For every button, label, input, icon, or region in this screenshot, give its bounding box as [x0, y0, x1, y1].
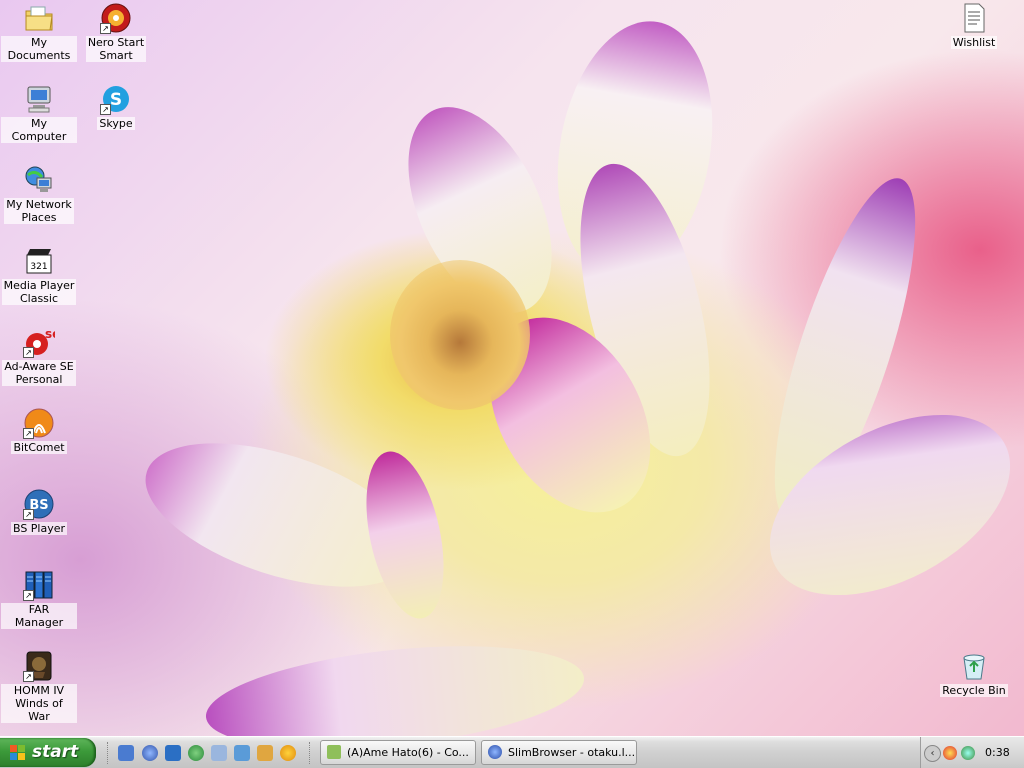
text-document-icon — [958, 2, 990, 34]
network-places-icon — [23, 164, 55, 196]
desktop-icon-label: BitComet — [11, 441, 67, 454]
skype-icon: S ↗ — [100, 83, 132, 115]
tray-network-icon[interactable] — [961, 746, 975, 760]
wallpaper-petal — [201, 630, 589, 736]
desktop-icon-media-player-classic[interactable]: 321 Media Player Classic — [1, 245, 77, 305]
app-quicklaunch-icon[interactable] — [165, 745, 181, 761]
bs-player-icon: BS ↗ — [23, 488, 55, 520]
computer-icon — [23, 83, 55, 115]
desktop-icon-my-computer[interactable]: My Computer — [1, 83, 77, 143]
desktop-icon-label: My Computer — [1, 117, 77, 143]
desktop-icon-label: My Network Places — [4, 198, 74, 224]
desktop-icon-wishlist[interactable]: Wishlist — [936, 2, 1012, 49]
shortcut-arrow-icon: ↗ — [23, 347, 34, 358]
messenger-quicklaunch-icon[interactable] — [188, 745, 204, 761]
windows-flag-icon — [10, 745, 26, 761]
desktop-icon-far-manager[interactable]: ↗ FAR Manager — [1, 569, 77, 629]
start-label: start — [32, 742, 79, 762]
svg-text:se: se — [45, 327, 55, 341]
bitcomet-icon: ↗ — [23, 407, 55, 439]
system-tray: ‹ 0:38 — [920, 737, 1024, 768]
desktop-icon-bitcomet[interactable]: ↗ BitComet — [1, 407, 77, 454]
taskbar-button-slimbrowser[interactable]: SlimBrowser - otaku.l... — [481, 740, 637, 765]
desktop-icon-recycle-bin[interactable]: Recycle Bin — [936, 650, 1012, 697]
desktop-icon-label: Ad-Aware SE Personal — [2, 360, 76, 386]
toolbar-grip[interactable] — [107, 742, 111, 764]
shortcut-arrow-icon: ↗ — [23, 671, 34, 682]
start-button[interactable]: start — [0, 738, 96, 767]
desktop-icon-label: Wishlist — [950, 36, 998, 49]
desktop-icon-my-documents[interactable]: My Documents — [1, 2, 77, 62]
shortcut-arrow-icon: ↗ — [23, 590, 34, 601]
taskbar-button-chat[interactable]: (A)Ame Hato(6) - Co... — [320, 740, 476, 765]
desktop-icon-my-network-places[interactable]: My Network Places — [1, 164, 77, 224]
task-label: (A)Ame Hato(6) - Co... — [347, 746, 469, 759]
nero-icon: ↗ — [100, 2, 132, 34]
desktop-icon-label: HOMM IV Winds of War — [1, 684, 77, 723]
svg-text:S: S — [110, 90, 122, 110]
desktop-icon-ad-aware[interactable]: se ↗ Ad-Aware SE Personal — [1, 326, 77, 386]
ad-aware-icon: se ↗ — [23, 326, 60, 358]
chat-icon — [327, 745, 341, 759]
recycle-bin-icon — [958, 650, 990, 682]
folder-documents-icon — [23, 2, 55, 34]
media-quicklaunch-icon[interactable] — [280, 745, 296, 761]
homm-icon: ↗ — [23, 650, 55, 682]
tray-app-icon[interactable] — [943, 746, 957, 760]
svg-text:321: 321 — [30, 262, 47, 272]
shortcut-arrow-icon: ↗ — [100, 104, 111, 115]
toolbar-grip[interactable] — [309, 742, 313, 764]
shortcut-arrow-icon: ↗ — [23, 509, 34, 520]
browser-quicklaunch-icon[interactable] — [142, 745, 158, 761]
desktop-icon-homm[interactable]: ↗ HOMM IV Winds of War — [1, 650, 77, 723]
clock[interactable]: 0:38 — [985, 737, 1010, 768]
shortcut-arrow-icon: ↗ — [100, 23, 111, 34]
wallpaper-petal — [353, 444, 457, 626]
tray-expand-icon[interactable]: ‹ — [924, 745, 941, 762]
desktop-icon-label: Skype — [97, 117, 135, 130]
tool-quicklaunch-icon[interactable] — [234, 745, 250, 761]
task-label: SlimBrowser - otaku.l... — [508, 746, 636, 759]
media-player-classic-icon: 321 — [23, 245, 55, 277]
wallpaper-flower-center — [390, 260, 530, 410]
desktop-icon-skype[interactable]: S ↗ Skype — [78, 83, 154, 130]
shortcut-arrow-icon: ↗ — [23, 428, 34, 439]
desktop-icon-label: Nero Start Smart — [85, 36, 147, 62]
desktop-icon-label: My Documents — [1, 36, 77, 62]
taskbar: start (A)Ame Hato(6) - Co... SlimBrowser… — [0, 736, 1024, 768]
desktop-icon-label: Recycle Bin — [940, 684, 1008, 697]
desktop-icon-nero[interactable]: ↗ Nero Start Smart — [78, 2, 154, 62]
show-desktop-icon[interactable] — [118, 745, 134, 761]
pencil-quicklaunch-icon[interactable] — [257, 745, 273, 761]
desktop-icon-bs-player[interactable]: BS ↗ BS Player — [1, 488, 77, 535]
desktop-icon-label: FAR Manager — [1, 603, 77, 629]
far-manager-icon: ↗ — [23, 569, 55, 601]
desktop-icon-label: BS Player — [10, 522, 68, 535]
browser-icon — [488, 745, 502, 759]
chat-quicklaunch-icon[interactable] — [211, 745, 227, 761]
desktop-icon-label: Media Player Classic — [1, 279, 77, 305]
